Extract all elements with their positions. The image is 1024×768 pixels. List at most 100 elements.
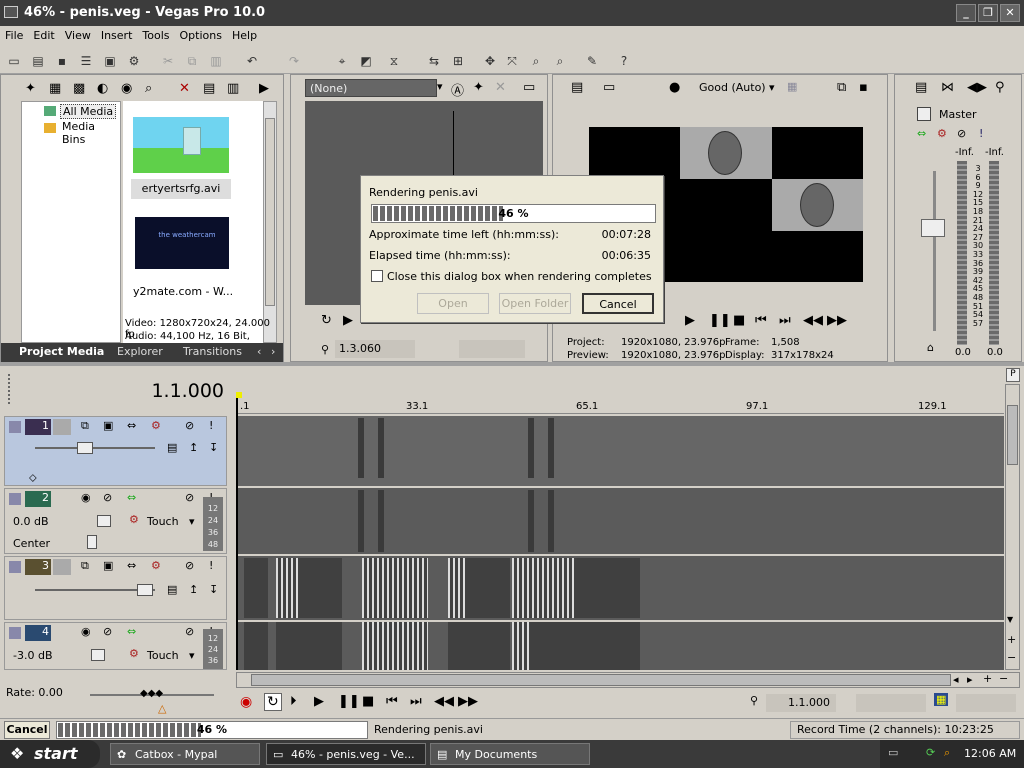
automation-mode[interactable]: Touch [147,649,179,662]
media-properties-icon[interactable]: ▤ [203,81,215,96]
track-fx-icon[interactable]: ⚙ [151,419,161,432]
taskbar-item-catbox[interactable]: ✿ Catbox - Mypal [110,743,260,765]
cursor-time[interactable]: 1.1.000 [151,380,224,402]
clip[interactable] [448,558,468,618]
timeline-hscroll[interactable]: ◂ ▸ + − [236,672,1020,688]
next-frame-icon[interactable]: ▶▶ [458,694,478,709]
capture-icon[interactable]: ▦ [49,81,61,96]
expand-icon[interactable]: ⬦ [29,471,37,485]
help-pointer-icon[interactable]: ? [614,50,634,70]
transport-time[interactable]: 1.1.000 [766,694,836,712]
play-from-start-icon[interactable]: ⏵ [290,694,297,709]
scroll-thumb[interactable] [265,118,275,306]
quality-dropdown[interactable]: Good (Auto) [699,81,766,94]
clip[interactable] [298,558,342,618]
clip[interactable] [512,558,574,618]
prev-frame-icon[interactable]: ◀◀ [803,313,823,328]
mixer-menu-icon[interactable]: ⚲ [995,80,1005,95]
preset-dropdown[interactable]: (None) [305,79,437,97]
motion-icon[interactable]: ⧉ [81,419,89,433]
scroll-thumb[interactable] [1007,405,1018,465]
next-frame-icon[interactable]: ▶▶ [827,313,847,328]
copy-snapshot-icon[interactable]: ⧉ [837,80,846,95]
normal-edit-icon[interactable]: ✥ [480,50,500,70]
volume-slider[interactable] [97,515,111,527]
open-folder-icon[interactable]: ▤ [28,50,48,70]
invert-phase-icon[interactable]: ⊘ [103,491,112,504]
playhead[interactable] [236,398,238,670]
rate-slider[interactable]: ◆◆◆ [140,688,163,699]
clip[interactable] [244,558,268,618]
fx-chain-icon[interactable]: ⇔ [127,491,136,504]
lock-icon[interactable]: ⌂ [927,341,934,354]
clip[interactable] [528,490,534,552]
import-icon[interactable]: ✦ [25,81,36,96]
loop-icon[interactable]: ↻ [264,693,282,711]
chevron-down-icon[interactable]: ▾ [189,515,195,528]
fx-chain-icon[interactable]: ⇔ [127,419,136,432]
tree-media-bins[interactable]: Media Bins [62,120,120,146]
clip[interactable] [512,622,532,670]
track-number[interactable]: 1 [25,419,51,435]
go-end-icon[interactable]: ⏭ [410,694,422,709]
properties-icon[interactable]: ▤ [571,80,583,95]
marker-toggle-icon[interactable]: P [1006,368,1020,382]
clip[interactable] [378,490,384,552]
timeline-ruler[interactable]: .1 33.1 65.1 97.1 129.1 [236,368,1004,414]
level-slider[interactable] [77,442,93,454]
selection-icon[interactable]: ▦ [934,693,949,706]
brush-icon[interactable]: ✎ [582,50,602,70]
fx-icon[interactable]: ⚙ [937,127,947,140]
undo-icon[interactable]: ↶ [242,50,262,70]
track-fx-icon[interactable]: ⚙ [151,559,161,572]
web-icon[interactable]: ◉ [121,81,132,96]
status-cancel-button[interactable]: Cancel [4,721,50,739]
track-header-4[interactable]: 4 ◉ ⊘ ⇔ ⊘ ! -3.0 dB ⚙ Touch ▾ 122436 [4,622,227,670]
render-icon[interactable]: ▣ [100,50,120,70]
scroll-right-icon[interactable]: ▸ [967,673,973,686]
close-on-complete-checkbox[interactable] [371,270,383,282]
composite-icon[interactable]: ▣ [103,419,113,432]
search-icon[interactable]: ⌕ [944,746,950,760]
open-button[interactable]: Open [417,293,489,314]
pause-icon[interactable]: ❚❚ [338,694,360,709]
mute-icon[interactable]: ⊘ [185,559,194,572]
automation-mode[interactable]: Touch [147,515,179,528]
splitter[interactable] [0,362,1024,366]
mute-icon[interactable]: ⊘ [185,625,194,638]
edit-tool-icon[interactable]: ⇆ [424,50,444,70]
network-icon[interactable]: ⟳ [926,746,935,759]
minimize-button[interactable]: _ [956,4,976,22]
snapping-icon[interactable]: ⌖ [332,50,352,70]
clip[interactable] [548,418,554,478]
clip[interactable] [276,622,342,670]
zoom-out-icon[interactable]: − [999,672,1008,685]
menu-insert[interactable]: Insert [96,26,138,45]
record-dot-icon[interactable]: ● [669,80,680,95]
overlays-icon[interactable]: ▦ [787,80,797,93]
track-pan[interactable]: Center [13,537,50,550]
go-end-icon[interactable]: ⏭ [779,313,791,328]
clip[interactable] [244,622,268,670]
track-volume[interactable]: -3.0 dB [13,649,53,662]
mixer-properties-icon[interactable]: ▤ [915,80,927,95]
clip[interactable] [362,622,428,670]
clip[interactable] [528,418,534,478]
plugin-icon[interactable]: ✦ [473,80,484,95]
magnify-icon[interactable]: ⌕ [550,50,570,70]
clip[interactable] [378,418,384,478]
text-icon[interactable]: Ⓐ [451,80,464,99]
child-icon[interactable]: ↧ [209,583,218,596]
track-collapse-icon[interactable] [9,421,21,433]
level-slider[interactable] [137,584,153,596]
clip[interactable] [358,490,364,552]
stop-icon[interactable]: ■ [733,313,745,328]
zoom-in-icon[interactable]: + [983,672,992,685]
tab-transitions[interactable]: Transitions [177,343,248,361]
get-media-icon[interactable]: ▩ [73,81,85,96]
clock[interactable]: 12:06 AM [964,747,1016,760]
properties-icon[interactable]: ☰ [76,50,96,70]
track-number[interactable]: 4 [25,625,51,641]
tree-all-media[interactable]: All Media [60,104,117,119]
dim-icon[interactable]: ◀▶ [967,80,987,95]
